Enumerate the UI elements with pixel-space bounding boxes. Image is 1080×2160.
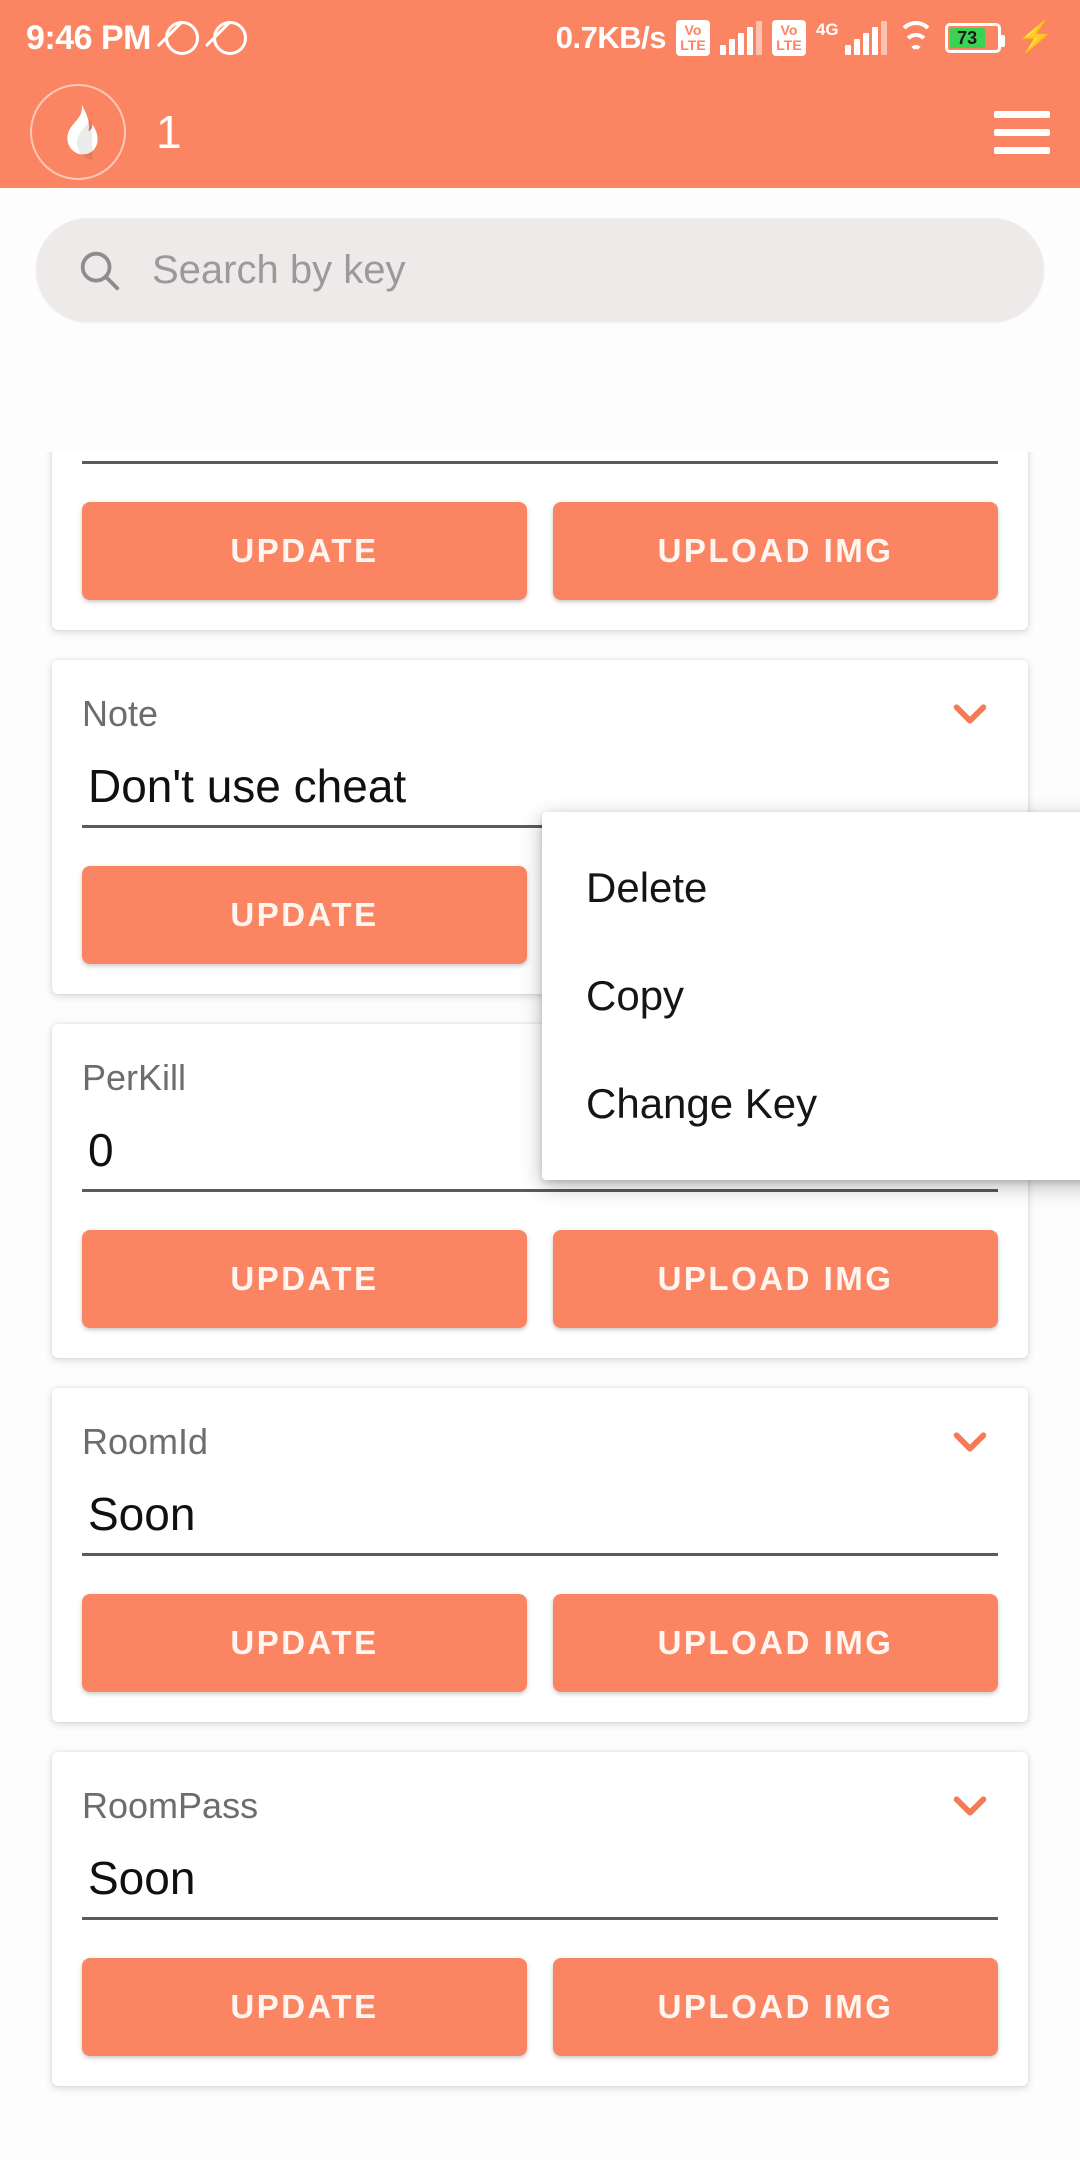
- key-label: PerKill: [82, 1057, 187, 1098]
- value-field[interactable]: Will Update Soon..: [82, 452, 998, 464]
- chevron-down-icon[interactable]: [942, 1778, 998, 1834]
- key-value-card-list[interactable]: Will Update Soon.. UPDATE UPLOAD IMG Not…: [0, 452, 1080, 2160]
- status-bar-clock: 9:46 PM: [26, 18, 152, 57]
- signal-bars-sim2-icon: [844, 21, 887, 55]
- upload-img-button[interactable]: UPLOAD IMG: [553, 1230, 998, 1328]
- update-button[interactable]: UPDATE: [82, 502, 527, 600]
- upload-img-button[interactable]: UPLOAD IMG: [553, 502, 998, 600]
- volte-sim2-icon: Vo LTE: [771, 20, 806, 56]
- card-action-row: UPDATE UPLOAD IMG: [82, 1958, 998, 2056]
- update-button[interactable]: UPDATE: [82, 1594, 527, 1692]
- card-action-row: UPDATE UPLOAD IMG: [82, 1230, 998, 1328]
- network-speed-indicator: 0.7KB/s: [555, 20, 667, 55]
- key-value-card: RoomPass Soon UPDATE UPLOAD IMG: [52, 1752, 1028, 2086]
- context-menu-item-copy[interactable]: Copy: [542, 942, 1080, 1050]
- card-action-row: UPDATE UPLOAD IMG: [82, 1594, 998, 1692]
- value-field[interactable]: Soon: [82, 1480, 998, 1556]
- status-bar-left: 9:46 PM: [26, 19, 247, 58]
- search-section: Search by key: [0, 188, 1080, 322]
- context-menu: Delete Copy Change Key: [542, 812, 1080, 1180]
- charging-bolt-icon: ⚡: [1016, 21, 1054, 54]
- app-bar: 1: [0, 76, 1080, 188]
- key-value-card: Will Update Soon.. UPDATE UPLOAD IMG: [52, 452, 1028, 630]
- card-header: RoomPass: [82, 1778, 998, 1834]
- key-label: Note: [82, 693, 159, 734]
- do-not-disturb-icon: [213, 21, 247, 55]
- card-header: RoomId: [82, 1414, 998, 1470]
- upload-img-button[interactable]: UPLOAD IMG: [553, 1594, 998, 1692]
- signal-bars-sim1-icon: [719, 21, 762, 55]
- hamburger-menu-icon[interactable]: [994, 110, 1050, 154]
- update-button[interactable]: UPDATE: [82, 1958, 527, 2056]
- key-label: RoomPass: [82, 1785, 259, 1826]
- update-button[interactable]: UPDATE: [82, 866, 527, 964]
- context-menu-item-change-key[interactable]: Change Key: [542, 1050, 1080, 1158]
- update-button[interactable]: UPDATE: [82, 1230, 527, 1328]
- data-type-label: 4G: [815, 20, 839, 39]
- status-bar: 9:46 PM 0.7KB/s Vo LTE Vo LTE 4G 73 ⚡: [0, 0, 1080, 76]
- value-field[interactable]: Soon: [82, 1844, 998, 1920]
- card-action-row: UPDATE UPLOAD IMG: [82, 502, 998, 600]
- status-bar-right: 0.7KB/s Vo LTE Vo LTE 4G 73 ⚡: [556, 20, 1054, 56]
- page-title: 1: [156, 106, 182, 158]
- do-not-disturb-icon: [165, 21, 199, 55]
- key-label: RoomId: [82, 1421, 209, 1462]
- volte-sim1-icon: Vo LTE: [675, 20, 710, 56]
- battery-percent-label: 73: [949, 28, 985, 48]
- flame-icon: [30, 84, 126, 180]
- app-screen: 9:46 PM 0.7KB/s VoLTE VoLTE 4G 73 ⚡ 1: [0, 0, 1080, 2160]
- search-placeholder: Search by key: [152, 247, 406, 292]
- search-icon: [80, 251, 120, 291]
- battery-icon: 73: [944, 23, 1005, 53]
- upload-img-button[interactable]: UPLOAD IMG: [553, 1958, 998, 2056]
- key-value-card: RoomId Soon UPDATE UPLOAD IMG: [52, 1388, 1028, 1722]
- chevron-down-icon[interactable]: [942, 1414, 998, 1470]
- search-input[interactable]: Search by key: [36, 218, 1044, 322]
- chevron-down-icon[interactable]: [942, 686, 998, 742]
- context-menu-item-delete[interactable]: Delete: [542, 834, 1080, 942]
- card-header: Note: [82, 686, 998, 742]
- wifi-icon: [896, 21, 935, 53]
